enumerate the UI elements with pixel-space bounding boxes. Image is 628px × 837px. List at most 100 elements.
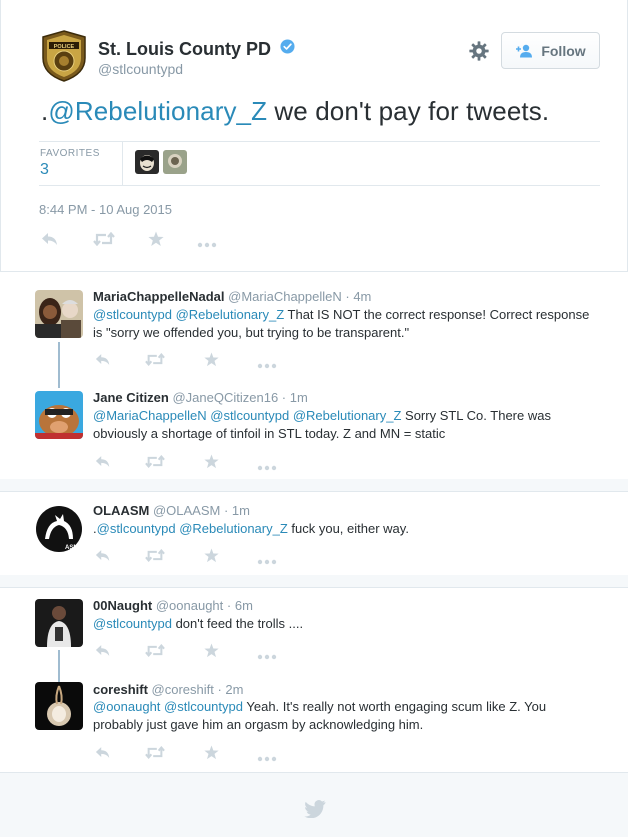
retweet-icon[interactable] <box>145 454 165 473</box>
reply-mentions[interactable]: @stlcountypd @Rebelutionary_Z <box>93 307 284 322</box>
avatar[interactable] <box>35 391 83 439</box>
reply-icon[interactable] <box>95 455 111 473</box>
avatar[interactable] <box>35 290 83 338</box>
favorite-icon[interactable] <box>204 454 219 474</box>
avatar[interactable]: ASM <box>35 505 83 553</box>
reply-author-name[interactable]: OLAASM <box>93 503 149 518</box>
tweet-timestamp[interactable]: 8:44 PM - 10 Aug 2015 <box>39 202 172 217</box>
follow-person-icon <box>516 44 533 57</box>
follow-button[interactable]: Follow <box>501 32 600 69</box>
reply-author-name[interactable]: MariaChappelleNadal <box>93 289 225 304</box>
favorite-icon[interactable] <box>204 745 219 765</box>
police-badge-avatar[interactable]: POLICE <box>41 30 87 82</box>
more-icon[interactable] <box>257 749 277 767</box>
favorites-count[interactable]: 3 <box>40 161 49 179</box>
main-tweet-card: POLICE St. Louis County PD @stlcountypd <box>0 0 628 271</box>
twitter-bird-icon[interactable] <box>304 800 326 818</box>
main-tweet-actions <box>41 231 221 253</box>
retweet-icon[interactable] <box>145 745 165 764</box>
more-icon[interactable] <box>197 235 217 253</box>
reply-thread-1: MariaChappelleNadal @MariaChappelleN · 4… <box>0 271 628 479</box>
reply-actions <box>95 352 277 374</box>
retweet-icon[interactable] <box>93 231 115 251</box>
favorite-icon[interactable] <box>148 231 164 252</box>
favorite-icon[interactable] <box>204 352 219 372</box>
author-name-text[interactable]: St. Louis County PD <box>98 39 271 59</box>
reply-author-handle[interactable]: @oonaught <box>156 598 223 613</box>
thread-connector-line <box>58 650 60 682</box>
reply-separator: · <box>223 598 235 613</box>
reply-separator: · <box>341 289 354 304</box>
more-icon[interactable] <box>257 647 277 665</box>
reply-author-name[interactable]: Jane Citizen <box>93 390 169 405</box>
gear-icon[interactable] <box>468 40 490 62</box>
reply-time[interactable]: 1m <box>290 390 308 405</box>
reply-header: 00Naught @oonaught · 6m <box>93 598 253 613</box>
reply-text: @MariaChappelleN @stlcountypd @Rebelutio… <box>93 407 593 443</box>
reply-body: don't feed the trolls .... <box>171 616 304 631</box>
follow-label: Follow <box>541 42 586 59</box>
reply-time[interactable]: 4m <box>353 289 371 304</box>
reply-header: OLAASM @OLAASM · 1m <box>93 503 250 518</box>
reply-actions <box>95 643 277 665</box>
reply-text: .@stlcountypd @Rebelutionary_Z fuck you,… <box>93 520 593 538</box>
reply-author-name[interactable]: coreshift <box>93 682 148 697</box>
reply-icon[interactable] <box>95 746 111 764</box>
stats-divider-bottom <box>39 185 600 186</box>
reply-body: fuck you, either way. <box>287 521 409 536</box>
reply-mentions[interactable]: @MariaChappelleN @stlcountypd @Rebelutio… <box>93 408 401 423</box>
favoriter-avatar[interactable] <box>135 150 159 174</box>
reply-time[interactable]: 1m <box>232 503 250 518</box>
more-icon[interactable] <box>257 458 277 476</box>
svg-text:POLICE: POLICE <box>54 44 75 50</box>
reply-icon[interactable] <box>95 549 111 567</box>
favorite-icon[interactable] <box>204 548 219 568</box>
retweet-icon[interactable] <box>145 352 165 371</box>
reply-actions <box>95 745 277 767</box>
reply-time[interactable]: 6m <box>235 598 253 613</box>
favoriter-avatar[interactable] <box>163 150 187 174</box>
tweet-mention-link[interactable]: @Rebelutionary_Z <box>48 96 267 126</box>
thread-connector-line <box>58 342 60 388</box>
reply-text: @stlcountypd @Rebelutionary_Z That IS NO… <box>93 306 593 342</box>
reply-header: MariaChappelleNadal @MariaChappelleN · 4… <box>93 289 371 304</box>
reply-author-handle[interactable]: @MariaChappelleN <box>228 289 342 304</box>
reply-mentions[interactable]: @stlcountypd @Rebelutionary_Z <box>97 521 288 536</box>
reply-actions <box>95 454 277 476</box>
reply-thread-2: ASM OLAASM @OLAASM · 1m .@stlcountypd @R… <box>0 491 628 575</box>
reply-author-handle[interactable]: @coreshift <box>152 682 214 697</box>
reply-separator: · <box>213 682 226 697</box>
favorite-icon[interactable] <box>204 643 219 663</box>
thread-gap <box>0 479 628 491</box>
reply-author-handle[interactable]: @OLAASM <box>153 503 220 518</box>
stats-divider-top <box>39 141 600 142</box>
reply-time[interactable]: 2m <box>225 682 243 697</box>
avatar[interactable] <box>35 682 83 730</box>
svg-text:ASM: ASM <box>65 545 78 551</box>
favorites-label: FAVORITES <box>40 148 100 159</box>
retweet-icon[interactable] <box>145 548 165 567</box>
reply-header: coreshift @coreshift · 2m <box>93 682 243 697</box>
reply-mentions[interactable]: @oonaught @stlcountypd <box>93 699 243 714</box>
reply-text: @oonaught @stlcountypd Yeah. It's really… <box>93 698 593 734</box>
reply-author-name[interactable]: 00Naught <box>93 598 152 613</box>
reply-icon[interactable] <box>41 232 59 251</box>
tweet-text: .@Rebelutionary_Z we don't pay for tweet… <box>41 96 549 127</box>
author-handle[interactable]: @stlcountypd <box>98 61 183 77</box>
retweet-icon[interactable] <box>145 643 165 662</box>
avatar[interactable] <box>35 599 83 647</box>
thread-gap <box>0 575 628 587</box>
reply-header: Jane Citizen @JaneQCitizen16 · 1m <box>93 390 308 405</box>
more-icon[interactable] <box>257 552 277 570</box>
reply-icon[interactable] <box>95 644 111 662</box>
reply-author-handle[interactable]: @JaneQCitizen16 <box>172 390 278 405</box>
tweet-text-body: we don't pay for tweets. <box>267 96 550 126</box>
reply-icon[interactable] <box>95 353 111 371</box>
reply-thread-3: 00Naught @oonaught · 6m @stlcountypd don… <box>0 587 628 772</box>
reply-separator: · <box>220 503 232 518</box>
reply-mentions[interactable]: @stlcountypd <box>93 616 172 631</box>
stats-vertical-divider <box>122 141 123 185</box>
author-name[interactable]: St. Louis County PD <box>98 39 295 60</box>
reply-separator: · <box>278 390 290 405</box>
more-icon[interactable] <box>257 356 277 374</box>
